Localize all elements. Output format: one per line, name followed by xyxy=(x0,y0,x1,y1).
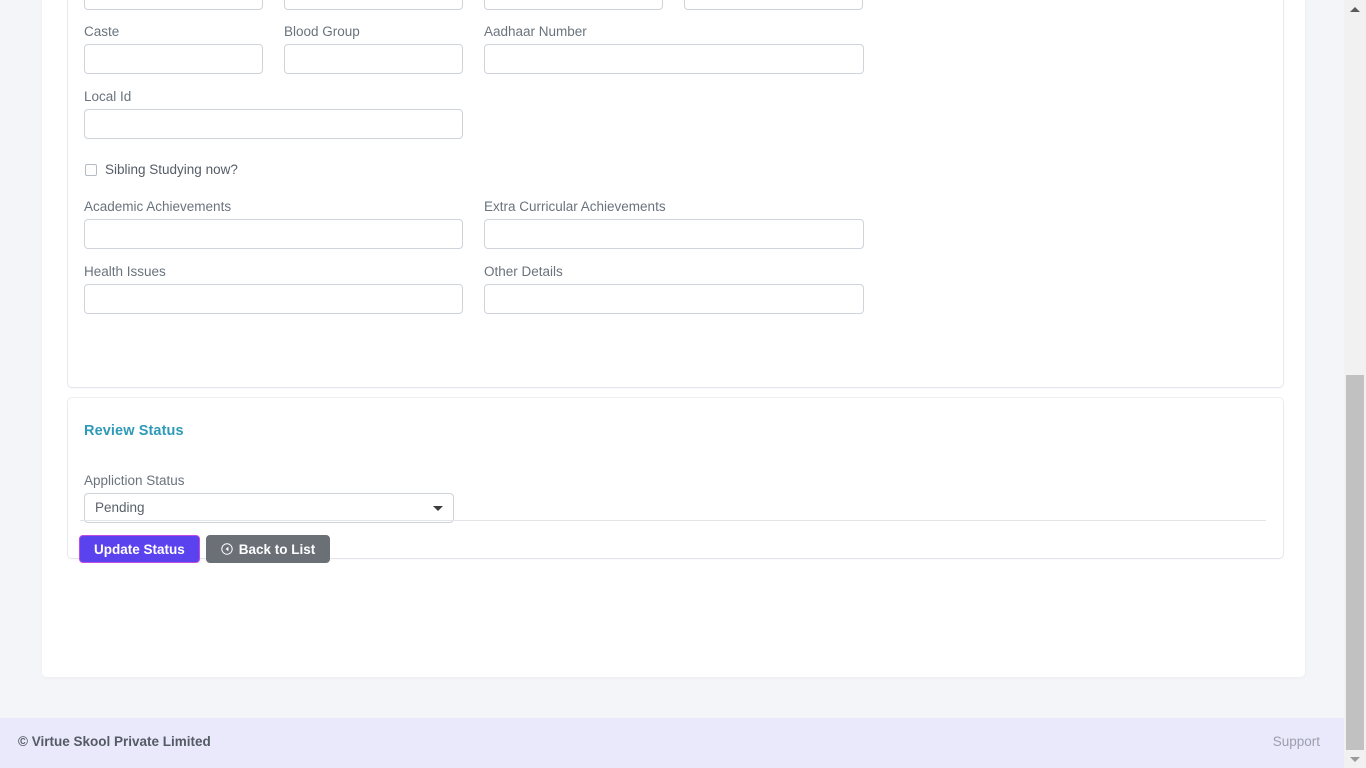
personal-details-card: Nationality Citizenship Mother Tongue Re… xyxy=(68,0,1283,387)
health-issues-input[interactable] xyxy=(84,284,463,314)
field-nationality: Nationality xyxy=(84,0,263,10)
action-divider xyxy=(80,520,1266,521)
field-label-caste: Caste xyxy=(84,24,120,39)
field-other-details: Other Details xyxy=(484,264,864,314)
sibling-studying-checkbox-row[interactable]: Sibling Studying now? xyxy=(85,162,238,178)
footer-support-link[interactable]: Support xyxy=(1273,734,1320,749)
caste-input[interactable] xyxy=(84,44,263,74)
other-details-input[interactable] xyxy=(484,284,864,314)
citizenship-input[interactable] xyxy=(284,0,463,10)
sibling-studying-checkbox[interactable] xyxy=(85,164,97,176)
academic-achievements-input[interactable] xyxy=(84,219,463,249)
back-to-list-button[interactable]: Back to List xyxy=(205,535,331,563)
triangle-down-icon xyxy=(1350,756,1360,762)
field-label-health-issues: Health Issues xyxy=(84,264,166,279)
aadhaar-number-input[interactable] xyxy=(484,44,864,74)
field-label-extra-curricular-achievements: Extra Curricular Achievements xyxy=(484,199,666,214)
update-status-button[interactable]: Update Status xyxy=(79,535,200,563)
field-citizenship: Citizenship xyxy=(284,0,463,10)
field-local-id: Local Id xyxy=(84,89,463,139)
scrollbar-thumb[interactable] xyxy=(1346,375,1364,750)
nationality-input[interactable] xyxy=(84,0,263,10)
field-label-application-status: Appliction Status xyxy=(84,473,185,488)
field-label-other-details: Other Details xyxy=(484,264,563,279)
field-extra-curricular-achievements: Extra Curricular Achievements xyxy=(484,199,864,249)
back-to-list-label: Back to List xyxy=(238,541,316,557)
application-status-select-wrap[interactable]: Pending xyxy=(84,493,454,523)
field-application-status: Appliction Status Pending xyxy=(84,473,454,523)
field-label-aadhaar-number: Aadhaar Number xyxy=(484,24,587,39)
scroll-down-button[interactable] xyxy=(1344,750,1366,768)
field-label-blood-group: Blood Group xyxy=(284,24,360,39)
field-academic-achievements: Academic Achievements xyxy=(84,199,463,249)
page-scroll-area: Nationality Citizenship Mother Tongue Re… xyxy=(0,0,1344,768)
vertical-scrollbar[interactable] xyxy=(1344,0,1366,768)
blood-group-input[interactable] xyxy=(284,44,463,74)
religion-input[interactable] xyxy=(684,0,863,10)
field-aadhaar-number: Aadhaar Number xyxy=(484,24,864,74)
action-button-row: Update Status Back to List xyxy=(79,535,331,563)
main-content-container: Nationality Citizenship Mother Tongue Re… xyxy=(42,0,1305,677)
footer-copyright: © Virtue Skool Private Limited xyxy=(18,734,211,749)
circle-left-arrow-icon xyxy=(221,543,233,555)
chevron-down-icon xyxy=(433,506,443,511)
scroll-up-button[interactable] xyxy=(1344,0,1366,18)
field-label-academic-achievements: Academic Achievements xyxy=(84,199,232,214)
sibling-studying-label: Sibling Studying now? xyxy=(105,162,238,177)
triangle-up-icon xyxy=(1350,6,1360,12)
review-status-card: Review Status Appliction Status Pending xyxy=(68,398,1283,558)
field-caste: Caste xyxy=(84,24,263,74)
field-label-local-id: Local Id xyxy=(84,89,132,104)
page-footer: © Virtue Skool Private Limited Support xyxy=(0,718,1344,768)
local-id-input[interactable] xyxy=(84,109,463,139)
browser-viewport: Nationality Citizenship Mother Tongue Re… xyxy=(0,0,1366,768)
extra-curricular-achievements-input[interactable] xyxy=(484,219,864,249)
application-status-select[interactable]: Pending xyxy=(84,493,454,523)
field-mother-tongue: Mother Tongue xyxy=(484,0,663,10)
field-blood-group: Blood Group xyxy=(284,24,463,74)
review-status-heading: Review Status xyxy=(84,423,184,439)
field-religion: Religion xyxy=(684,0,863,10)
field-health-issues: Health Issues xyxy=(84,264,463,314)
mother-tongue-input[interactable] xyxy=(484,0,663,10)
